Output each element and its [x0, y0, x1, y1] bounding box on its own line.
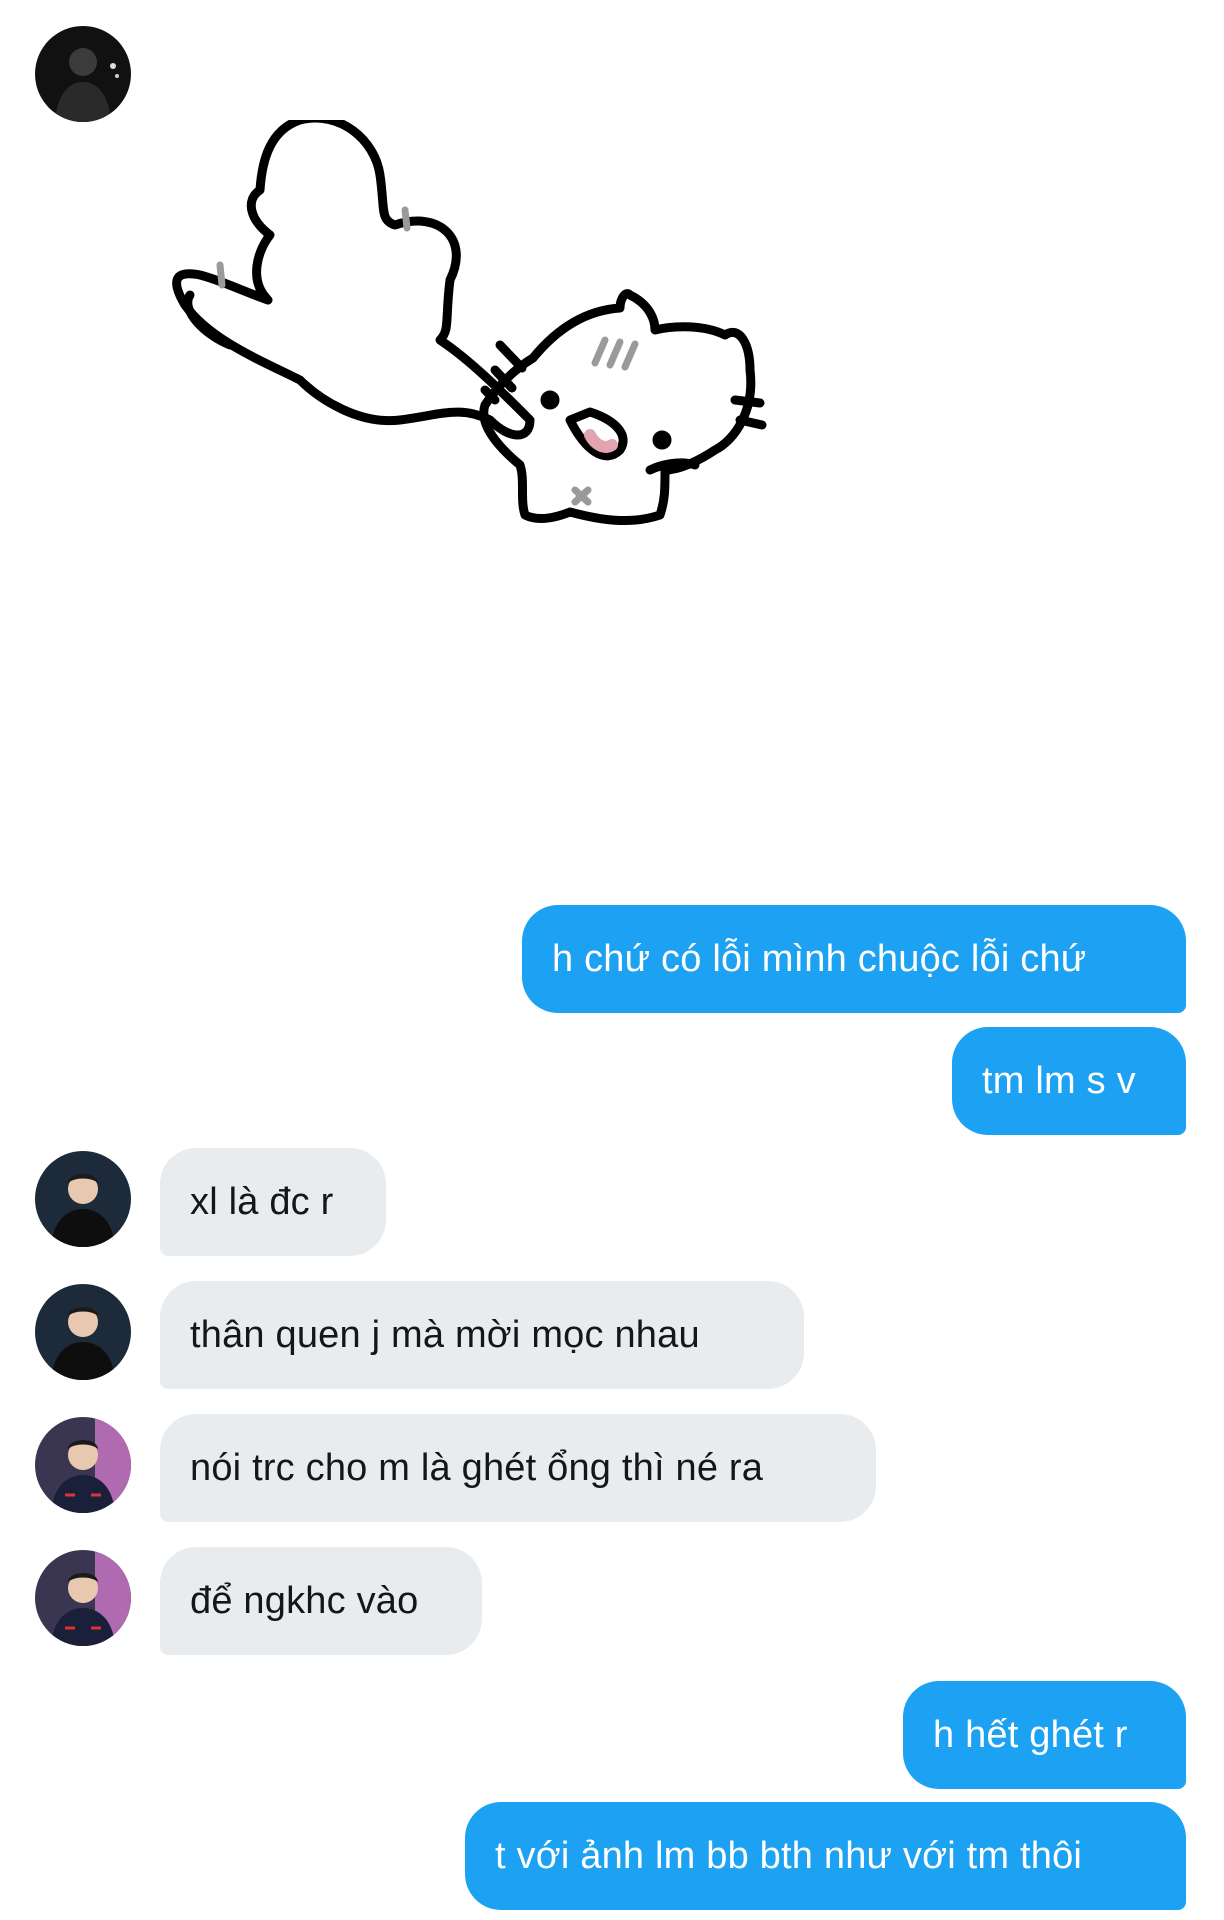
- contact-avatar[interactable]: [35, 1151, 131, 1247]
- message-text: nói trc cho m là ghét ổng thì né ra: [190, 1446, 764, 1489]
- message-text: h hết ghét r: [933, 1713, 1128, 1756]
- incoming-message[interactable]: thân quen j mà mời mọc nhau: [160, 1281, 804, 1389]
- incoming-message[interactable]: để ngkhc vào: [160, 1547, 482, 1655]
- message-text: tm lm s v: [982, 1059, 1136, 1102]
- sender-avatar-top[interactable]: [35, 26, 131, 122]
- outgoing-message[interactable]: h hết ghét r: [903, 1681, 1186, 1789]
- message-text: để ngkhc vào: [190, 1579, 419, 1622]
- contact-avatar[interactable]: [35, 1284, 131, 1380]
- incoming-message[interactable]: nói trc cho m là ghét ổng thì né ra: [160, 1414, 876, 1522]
- contact-avatar[interactable]: [35, 1550, 131, 1646]
- message-text: h chứ có lỗi mình chuộc lỗi chứ: [552, 937, 1087, 980]
- message-text: thân quen j mà mời mọc nhau: [190, 1313, 700, 1356]
- outgoing-message[interactable]: tm lm s v: [952, 1027, 1186, 1135]
- message-text: xl là đc r: [190, 1180, 334, 1223]
- outgoing-message[interactable]: t với ảnh lm bb bth như với tm thôi: [465, 1802, 1186, 1910]
- outgoing-message[interactable]: h chứ có lỗi mình chuộc lỗi chứ: [522, 905, 1186, 1013]
- cat-sticker-image[interactable]: [150, 113, 950, 680]
- message-text: t với ảnh lm bb bth như với tm thôi: [495, 1834, 1083, 1877]
- contact-avatar[interactable]: [35, 1417, 131, 1513]
- incoming-message[interactable]: xl là đc r: [160, 1148, 386, 1256]
